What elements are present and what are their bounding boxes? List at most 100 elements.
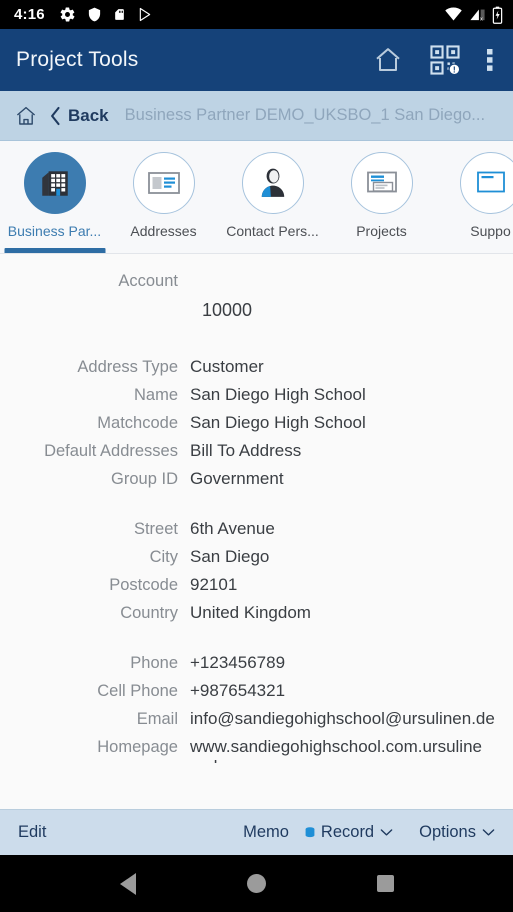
bottom-action-bar: Edit Memo Record Options (0, 809, 513, 855)
header-actions: ! (373, 44, 497, 76)
field-row: Email info@sandiegohighschool@ursulinen.… (0, 705, 513, 733)
field-value: Bill To Address (190, 441, 302, 460)
field-label: Default Addresses (44, 442, 178, 460)
home-circle-icon[interactable] (246, 874, 266, 893)
tab-icon-circle (350, 152, 413, 214)
page-title: Project Tools (16, 48, 139, 71)
field-row: Address Type Customer (0, 353, 513, 381)
address-card-icon (147, 172, 180, 194)
field-label: Group ID (111, 470, 178, 488)
field-row: Phone +123456789 (0, 649, 513, 677)
field-label: Phone (130, 654, 178, 672)
status-bar-clock: 4:16 (14, 6, 45, 23)
tab-support[interactable]: Suppo (436, 141, 513, 253)
tab-icon-circle (459, 152, 513, 214)
person-icon (261, 168, 284, 197)
field-label: Account (118, 272, 178, 290)
gear-icon (59, 6, 76, 23)
field-label: Address Type (77, 358, 178, 376)
memo-button[interactable]: Memo (243, 823, 289, 842)
field-label: Street (133, 520, 178, 538)
field-label: Cell Phone (97, 682, 178, 700)
chevron-down-icon (380, 823, 393, 842)
field-group-general: Address Type Customer Name San Diego Hig… (0, 353, 513, 493)
phone-screen: 4:16 x Project Tools ! Back Business Par… (0, 0, 513, 912)
record-menu-label: Record (320, 823, 375, 841)
bottom-menus: Record Options (321, 823, 495, 842)
shield-icon (87, 6, 102, 23)
field-row: Postcode 92101 (0, 571, 513, 599)
field-row: Cell Phone +987654321 (0, 677, 513, 705)
field-value: San Diego High School (190, 385, 366, 404)
tab-strip[interactable]: Business Par... Addresses Contact Pers..… (0, 141, 513, 254)
android-status-bar: 4:16 x (0, 0, 513, 29)
overflow-menu-icon[interactable] (487, 47, 493, 73)
recents-square-icon[interactable] (376, 875, 394, 892)
breadcrumb-path: Business Partner DEMO_UKSBO_1 San Diego.… (124, 106, 486, 124)
android-nav-bar (0, 855, 513, 912)
tab-contact-persons[interactable]: Contact Pers... (218, 141, 327, 253)
field-value: United Kingdom (190, 603, 311, 622)
field-label: Country (120, 604, 178, 622)
field-value: Government (190, 469, 284, 488)
back-button[interactable]: Back (48, 106, 109, 126)
field-group-address: Street 6th Avenue City San Diego Postcod… (0, 515, 513, 627)
tab-label: Projects (356, 223, 407, 239)
office-building-icon (41, 171, 68, 196)
document-icon (476, 171, 505, 193)
tab-label: Contact Pers... (226, 223, 319, 239)
home-icon[interactable] (373, 45, 403, 75)
field-row: Group ID Government (0, 465, 513, 493)
record-menu[interactable]: Record (321, 823, 393, 842)
field-row: Street 6th Avenue (0, 515, 513, 543)
field-row: City San Diego (0, 543, 513, 571)
tab-projects[interactable]: Projects (327, 141, 436, 253)
field-label: Email (136, 710, 178, 728)
breadcrumb-home-icon[interactable] (14, 104, 38, 128)
field-value: +123456789 (190, 653, 286, 672)
svg-text:x: x (480, 17, 483, 22)
field-row: Country United Kingdom (0, 599, 513, 627)
field-value: 10000 (202, 300, 253, 320)
window-list-icon (366, 171, 397, 193)
status-bar-system-icons: x (444, 6, 503, 24)
field-row: Default Addresses Bill To Address (0, 437, 513, 465)
edit-button[interactable]: Edit (18, 823, 46, 842)
field-account: Account 10000 (0, 272, 513, 331)
tab-label: Suppo (470, 223, 511, 239)
wifi-icon (444, 7, 463, 22)
tab-addresses[interactable]: Addresses (109, 141, 218, 253)
qr-scanner-icon[interactable]: ! (429, 44, 461, 76)
field-value: 6th Avenue (190, 519, 275, 538)
field-value: San Diego (190, 547, 270, 566)
database-badge-icon (305, 826, 315, 839)
field-value: San Diego High School (190, 413, 366, 432)
options-menu-label: Options (419, 823, 476, 841)
field-label: City (149, 548, 178, 566)
tab-label: Business Par... (7, 223, 102, 239)
field-label: Matchcode (97, 414, 178, 432)
field-value: 92101 (190, 575, 238, 594)
play-store-icon (137, 6, 153, 23)
back-triangle-icon[interactable] (119, 872, 136, 895)
field-group-contact: Phone +123456789 Cell Phone +987654321 E… (0, 649, 513, 767)
back-button-label: Back (68, 105, 109, 125)
app-header-bar: Project Tools ! (0, 29, 513, 91)
field-value: Customer (190, 357, 264, 376)
tab-business-partner[interactable]: Business Par... (0, 141, 109, 253)
svg-text:!: ! (453, 65, 456, 75)
tab-icon-circle (241, 152, 304, 214)
field-row: Name San Diego High School (0, 381, 513, 409)
tab-icon-circle (132, 152, 195, 214)
field-row: Matchcode San Diego High School (0, 409, 513, 437)
options-menu[interactable]: Options (419, 823, 495, 842)
field-row: Homepage www.sandiegohighschool.com.ursu… (0, 733, 513, 767)
battery-charging-icon (492, 6, 503, 24)
cellular-signal-off-icon: x (469, 7, 486, 22)
tab-label: Addresses (130, 223, 197, 239)
detail-form: Account 10000 Address Type Customer Name… (0, 254, 513, 809)
field-value: +987654321 (190, 681, 286, 700)
field-value: www.sandiegohighschool.com.ursuline nsd.… (190, 737, 482, 763)
